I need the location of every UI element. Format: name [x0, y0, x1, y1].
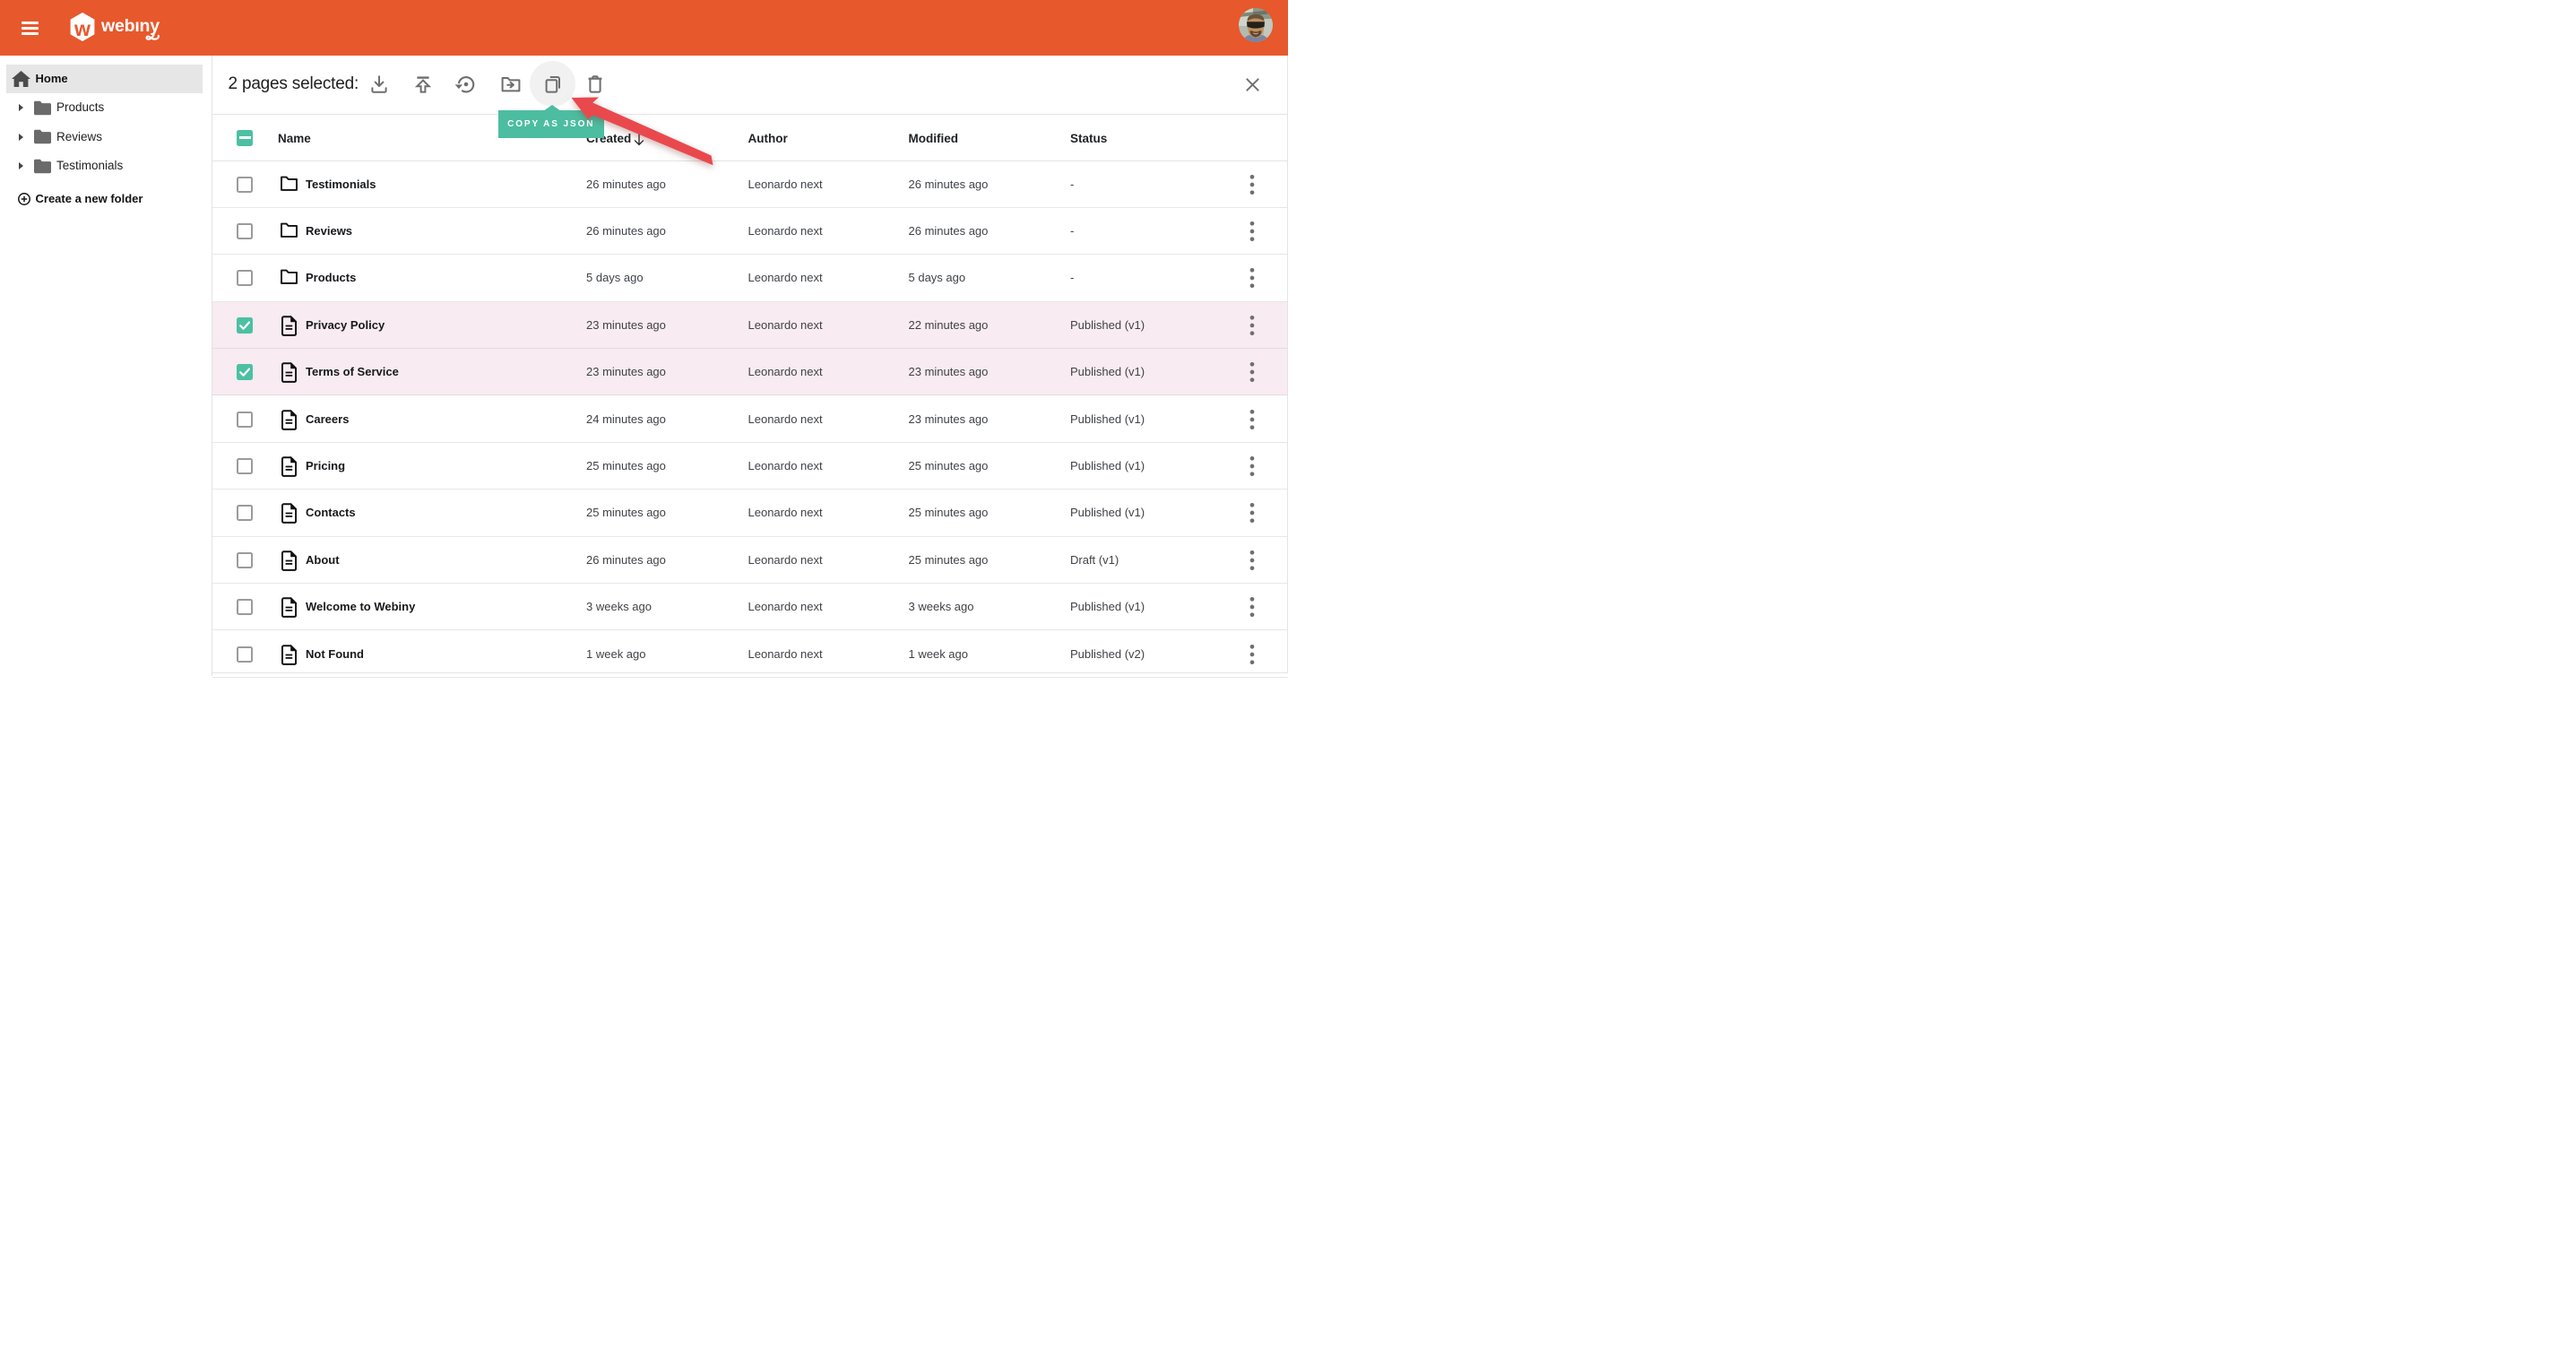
svg-text:w: w [73, 17, 91, 40]
